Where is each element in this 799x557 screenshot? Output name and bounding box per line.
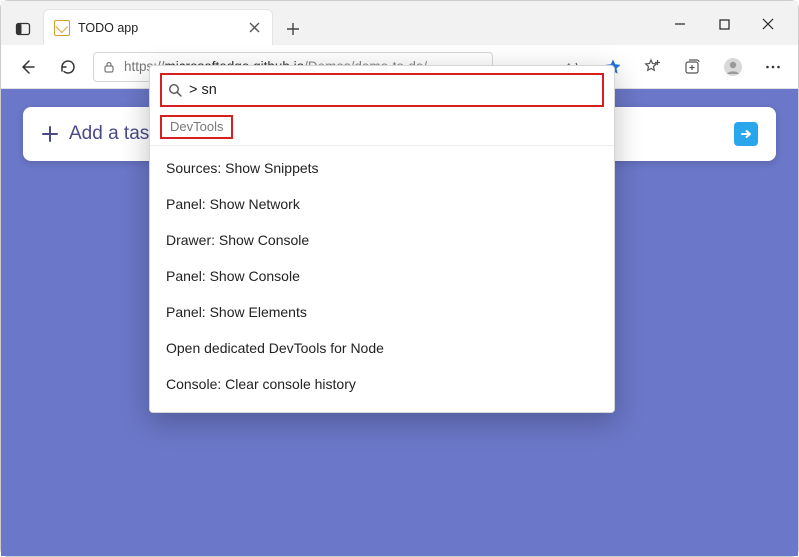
plus-icon [286, 22, 300, 36]
back-arrow-icon [18, 58, 36, 76]
command-menu-input[interactable] [189, 82, 249, 98]
command-menu-item[interactable]: Open dedicated DevTools for Node [150, 330, 614, 366]
favorites-bar-button[interactable] [636, 49, 670, 85]
tab-actions-button[interactable] [7, 13, 39, 45]
close-icon [249, 22, 260, 33]
close-window-button[interactable] [746, 9, 790, 39]
maximize-button[interactable] [702, 9, 746, 39]
plus-icon [41, 125, 59, 143]
submit-task-button[interactable] [734, 122, 758, 146]
window-controls [658, 9, 790, 39]
command-menu-category: DevTools [160, 115, 233, 139]
command-menu-item[interactable]: Console: Clear console history [150, 366, 614, 402]
star-plus-icon [644, 58, 662, 76]
search-icon [168, 83, 182, 97]
arrow-right-icon [739, 127, 753, 141]
settings-menu-button[interactable] [756, 49, 790, 85]
ellipsis-icon [764, 58, 782, 76]
site-info-button[interactable] [102, 60, 116, 74]
tab-title: TODO app [78, 21, 246, 35]
devtools-command-menu: DevTools Sources: Show Snippets Panel: S… [149, 65, 615, 413]
command-menu-item[interactable]: Drawer: Show Console [150, 222, 614, 258]
command-menu-search [160, 73, 604, 107]
minimize-button[interactable] [658, 9, 702, 39]
command-menu-item[interactable]: Panel: Show Console [150, 258, 614, 294]
add-task-label: Add a task [69, 123, 159, 145]
add-task-button[interactable]: Add a task [41, 123, 159, 145]
profile-button[interactable] [716, 49, 750, 85]
tab-actions-icon [15, 21, 31, 37]
refresh-button[interactable] [49, 49, 85, 85]
browser-tab[interactable]: TODO app [43, 9, 273, 45]
command-menu-item[interactable]: Sources: Show Snippets [150, 150, 614, 186]
command-menu-item[interactable]: Panel: Show Network [150, 186, 614, 222]
collections-button[interactable] [676, 49, 710, 85]
window-titlebar: TODO app [1, 1, 798, 45]
command-menu-list: Sources: Show Snippets Panel: Show Netwo… [150, 145, 614, 412]
close-icon [762, 18, 774, 30]
lock-icon [102, 60, 116, 74]
new-tab-button[interactable] [277, 13, 309, 45]
collections-icon [684, 58, 702, 76]
maximize-icon [719, 19, 730, 30]
back-button[interactable] [9, 49, 45, 85]
command-menu-item[interactable]: Panel: Show Elements [150, 294, 614, 330]
tab-favicon [54, 20, 70, 36]
refresh-icon [59, 58, 76, 75]
profile-icon [723, 57, 743, 77]
minimize-icon [674, 18, 686, 30]
tab-close-button[interactable] [246, 20, 262, 36]
